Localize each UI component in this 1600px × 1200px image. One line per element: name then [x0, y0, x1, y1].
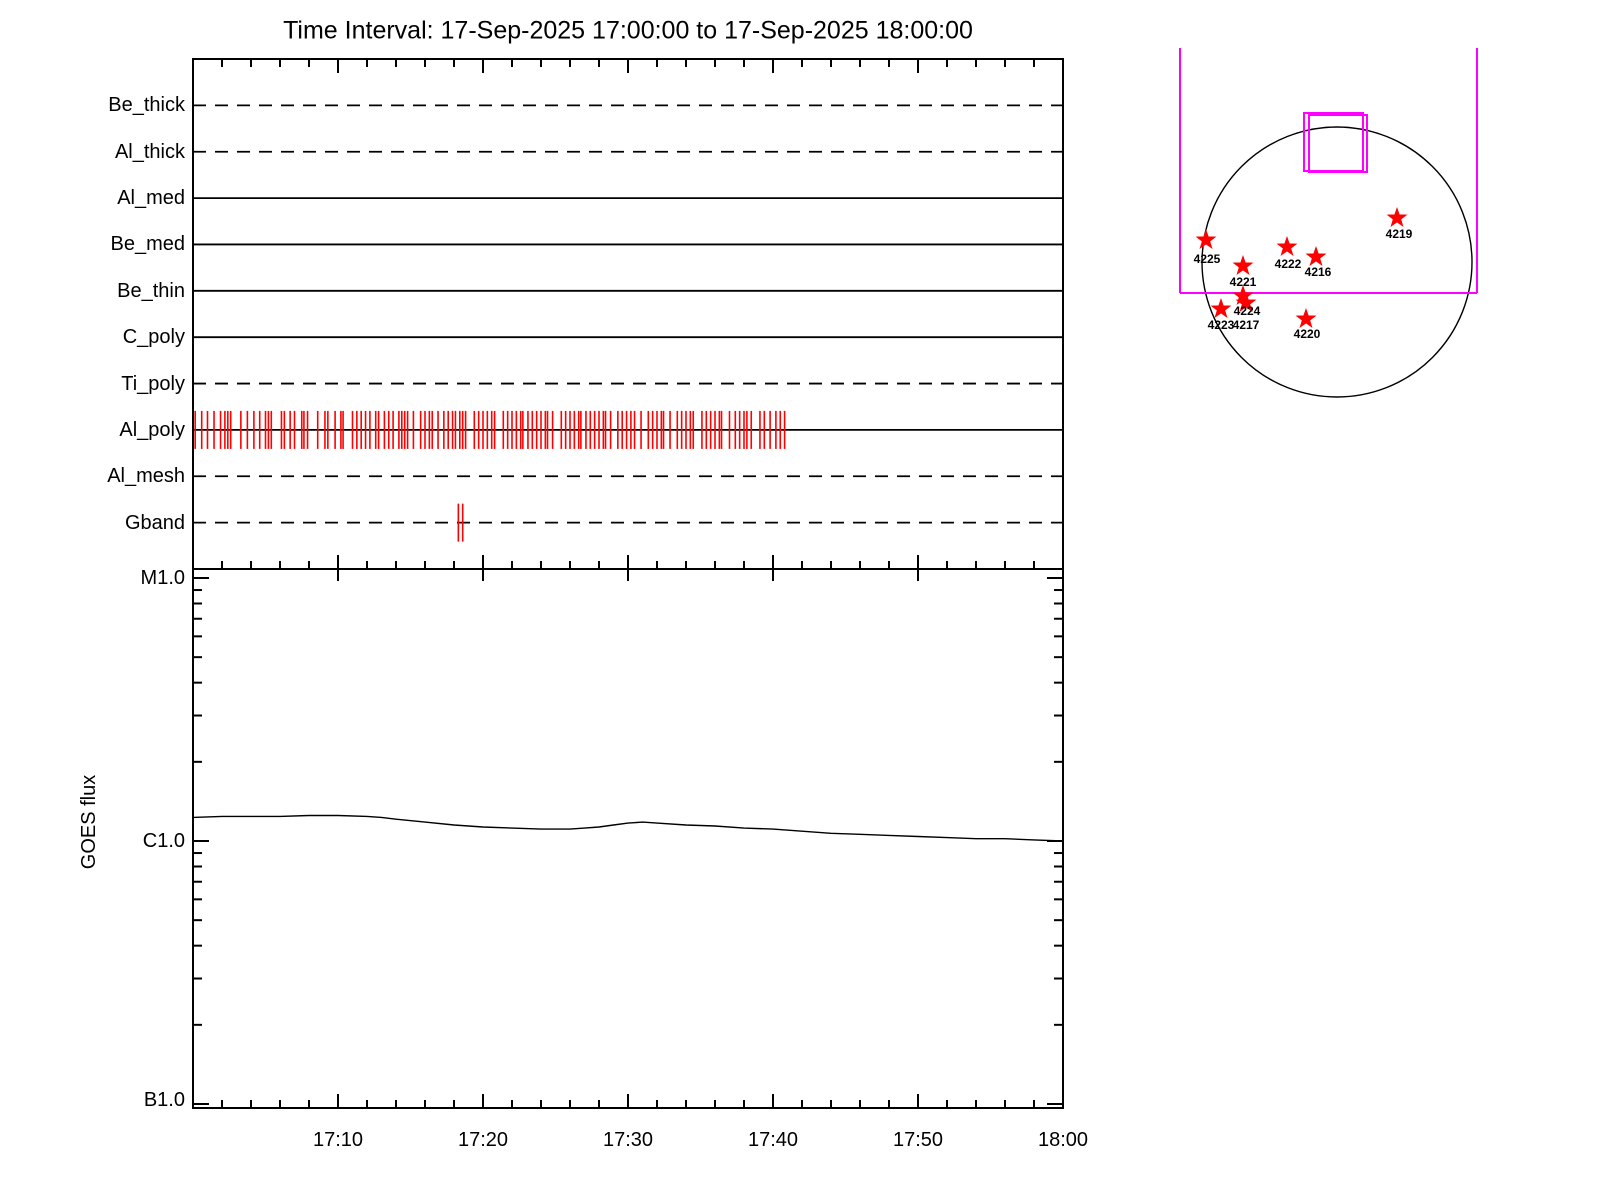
channel-label-Al_mesh: Al_mesh	[107, 465, 185, 488]
active-region-star-4222	[1276, 235, 1298, 256]
active-region-label-4222: 4222	[1274, 257, 1302, 271]
time-tick-label-17:20: 17:20	[457, 1129, 509, 1151]
active-region-star-4219	[1386, 206, 1408, 227]
active-region-label-4217: 4217	[1232, 318, 1260, 332]
active-region-label-4224: 4224	[1233, 304, 1261, 318]
active-region-star-4223	[1210, 297, 1232, 318]
target-fov-box-inner	[1308, 114, 1368, 173]
target-fov-box	[1303, 112, 1364, 172]
goes-ytick-label-M1.0: M1.0	[140, 567, 185, 589]
active-region-label-4220: 4220	[1293, 327, 1321, 341]
time-tick-label-18:00: 18:00	[1037, 1129, 1089, 1151]
active-region-star-4221	[1232, 254, 1254, 275]
goes-flux-curve	[192, 814, 1064, 842]
channel-label-Be_thick: Be_thick	[108, 94, 185, 117]
channel-label-C_poly: C_poly	[122, 326, 185, 349]
active-region-star-4225	[1195, 228, 1217, 249]
goes-ytick-label-B1.0: B1.0	[143, 1089, 185, 1111]
active-region-label-4221: 4221	[1229, 275, 1257, 289]
channel-label-Be_thin: Be_thin	[117, 279, 185, 302]
channel-label-Al_med: Al_med	[117, 187, 185, 210]
time-tick-label-17:10: 17:10	[312, 1129, 364, 1151]
active-region-label-4216: 4216	[1304, 265, 1332, 279]
goes-panel-frame	[192, 568, 1064, 1109]
active-region-star-4216	[1305, 245, 1327, 266]
screenshot-stage: Time Interval: 17-Sep-2025 17:00:00 to 1…	[0, 0, 1600, 1200]
channel-label-Ti_poly: Ti_poly	[121, 372, 185, 395]
channel-label-Al_poly: Al_poly	[119, 418, 185, 441]
goes-flux-axis-title: GOES flux	[78, 774, 100, 870]
page-title: Time Interval: 17-Sep-2025 17:00:00 to 1…	[283, 16, 973, 45]
channel-label-Al_thick: Al_thick	[114, 140, 185, 163]
active-region-star-4220	[1295, 307, 1317, 328]
time-tick-label-17:30: 17:30	[602, 1129, 654, 1151]
timeline-panel-frame	[192, 58, 1064, 570]
time-tick-label-17:40: 17:40	[747, 1129, 799, 1151]
channel-label-Gband: Gband	[124, 511, 185, 534]
active-region-label-4219: 4219	[1385, 227, 1413, 241]
active-region-label-4223: 4223	[1207, 318, 1235, 332]
time-tick-label-17:50: 17:50	[892, 1129, 944, 1151]
plot-canvas	[192, 48, 1478, 1109]
channel-label-Be_med: Be_med	[110, 233, 186, 256]
active-region-label-4225: 4225	[1193, 252, 1221, 266]
goes-ytick-label-C1.0: C1.0	[142, 830, 185, 852]
